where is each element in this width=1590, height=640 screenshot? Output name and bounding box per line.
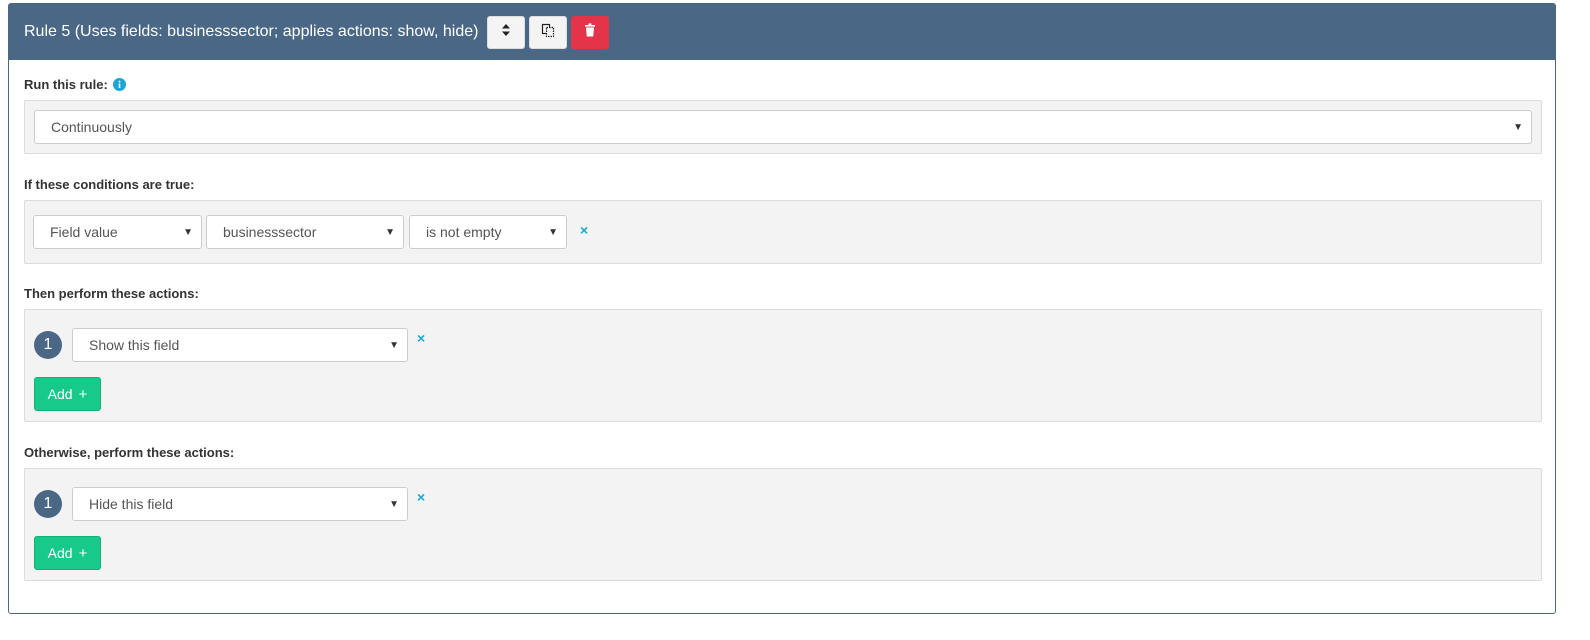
- remove-else-action-button[interactable]: ×: [417, 489, 425, 505]
- action-number-badge: 1: [34, 331, 62, 359]
- condition-type-select[interactable]: Field value ▼: [33, 215, 202, 249]
- delete-button[interactable]: [571, 15, 610, 49]
- add-else-action-button[interactable]: Add +: [34, 536, 101, 570]
- rule-panel: Rule 5 (Uses fields: businesssector; app…: [8, 3, 1556, 614]
- action-select[interactable]: Show this field ▼: [72, 328, 408, 362]
- plus-icon: +: [78, 544, 88, 562]
- caret-down-icon: ▼: [389, 340, 399, 351]
- trash-icon: [584, 23, 596, 42]
- plus-icon: +: [78, 385, 88, 403]
- caret-down-icon: ▼: [548, 227, 558, 238]
- conditions-well: Field value ▼ businesssector ▼ is not em…: [24, 200, 1542, 264]
- caret-down-icon: ▼: [389, 499, 399, 510]
- run-well: Continuously ▼: [24, 100, 1542, 154]
- else-actions-label: Otherwise, perform these actions:: [24, 445, 235, 460]
- remove-action-button[interactable]: ×: [417, 330, 425, 346]
- caret-down-icon: ▼: [385, 227, 395, 238]
- else-action-select[interactable]: Hide this field ▼: [72, 487, 408, 521]
- caret-down-icon: ▼: [1513, 122, 1523, 133]
- conditions-label: If these conditions are true:: [24, 177, 195, 192]
- reorder-button[interactable]: [487, 15, 526, 49]
- add-action-button[interactable]: Add +: [34, 377, 101, 411]
- copy-button[interactable]: [529, 15, 568, 49]
- actions-well: 1 Show this field ▼ × Add +: [24, 309, 1542, 422]
- remove-condition-button[interactable]: ×: [580, 222, 588, 238]
- else-actions-well: 1 Hide this field ▼ × Add +: [24, 468, 1542, 581]
- action-number-badge: 1: [34, 490, 62, 518]
- actions-label: Then perform these actions:: [24, 286, 199, 301]
- condition-field-select[interactable]: businesssector ▼: [206, 215, 404, 249]
- rule-title: Rule 5 (Uses fields: businesssector; app…: [24, 23, 479, 40]
- info-icon[interactable]: [112, 78, 126, 91]
- run-label: Run this rule:: [24, 77, 126, 92]
- sort-icon: [501, 23, 511, 42]
- copy-icon: [541, 23, 555, 42]
- run-select[interactable]: Continuously ▼: [34, 110, 1532, 144]
- caret-down-icon: ▼: [183, 227, 193, 238]
- rule-header: Rule 5 (Uses fields: businesssector; app…: [9, 4, 1555, 60]
- condition-operator-select[interactable]: is not empty ▼: [409, 215, 567, 249]
